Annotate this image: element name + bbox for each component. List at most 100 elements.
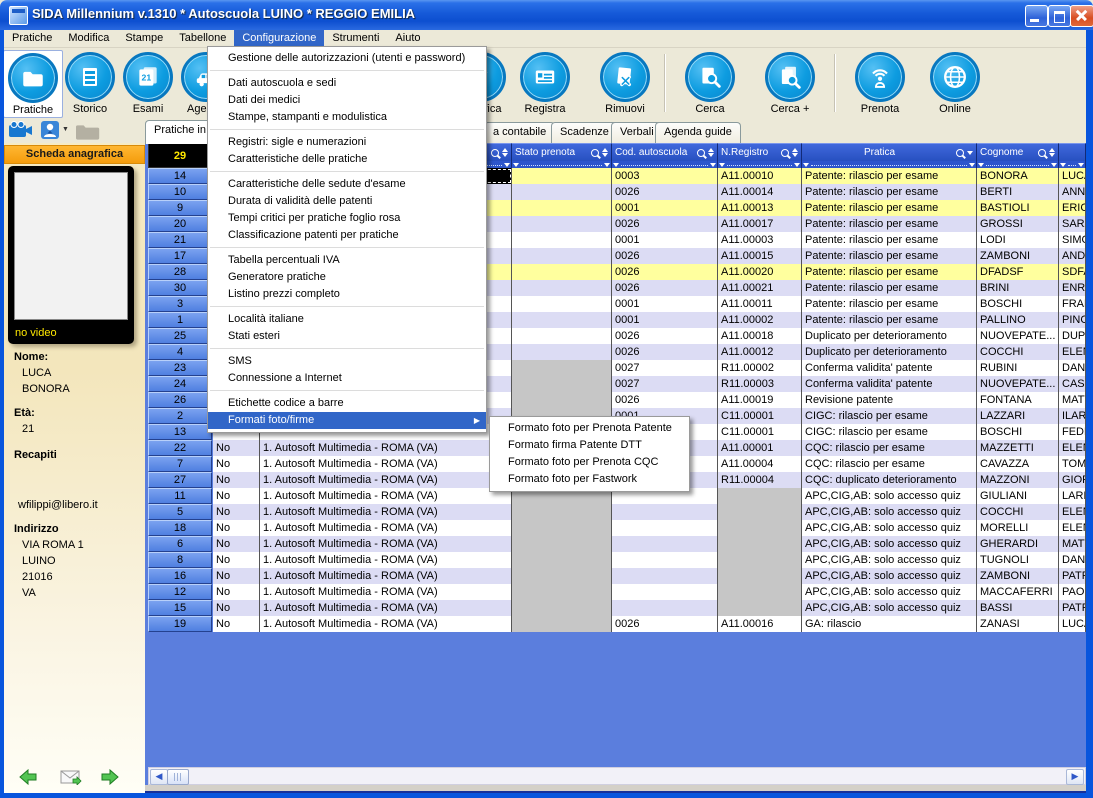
cell-n_registro[interactable]	[718, 488, 802, 504]
cell-stampato[interactable]: No	[213, 536, 260, 552]
cell-cod_autoscuola[interactable]: 0026	[612, 392, 718, 408]
cell-stampato[interactable]: No	[213, 456, 260, 472]
cell-cod_autoscuola[interactable]: 0026	[612, 328, 718, 344]
cell-n_registro[interactable]: R11.00003	[718, 376, 802, 392]
menu-item-etichette-codice-a-barre[interactable]: Etichette codice a barre	[208, 395, 486, 412]
filter-dropdown-icon[interactable]	[1060, 163, 1066, 167]
filter-dropdown-icon[interactable]	[1051, 163, 1057, 167]
row-number-cell[interactable]: 23	[148, 360, 212, 376]
menu-item-tabella-percentuali-iva[interactable]: Tabella percentuali IVA	[208, 252, 486, 269]
cell-cognome[interactable]: COCCHI	[977, 504, 1059, 520]
cell-nome[interactable]: DANIEL	[1059, 360, 1086, 376]
submenu-item-formato-firma-patente-dtt[interactable]: Formato firma Patente DTT	[490, 437, 689, 454]
cell-stato_prenota[interactable]	[512, 536, 612, 552]
cell-nome[interactable]: ILARIO	[1059, 408, 1086, 424]
cell-cod_autoscuola[interactable]: 0003	[612, 168, 718, 184]
column-header-cognome[interactable]: Cognome	[977, 143, 1059, 161]
filter-row-pratica[interactable]	[802, 161, 977, 168]
cell-stampato[interactable]: No	[213, 552, 260, 568]
submenu-item-formato-foto-per-fastwork[interactable]: Formato foto per Fastwork	[490, 471, 689, 488]
cell-pratica[interactable]: CIGC: rilascio per esame	[802, 424, 977, 440]
cell-n_registro[interactable]: A11.00018	[718, 328, 802, 344]
column-header-pratica[interactable]: Pratica	[802, 143, 977, 161]
filter-row-cod_autoscuola[interactable]	[612, 161, 718, 168]
cell-sede[interactable]: 1. Autosoft Multimedia - ROMA (VA)	[260, 584, 512, 600]
filter-dropdown-icon[interactable]	[504, 163, 510, 167]
menu-item-localit-italiane[interactable]: Località italiane	[208, 311, 486, 328]
row-number-cell[interactable]: 25	[148, 328, 212, 344]
menu-item-formati-foto-firme[interactable]: Formati foto/firme▶	[208, 412, 486, 429]
cell-pratica[interactable]: Patente: rilascio per esame	[802, 168, 977, 184]
cell-sede[interactable]: 1. Autosoft Multimedia - ROMA (VA)	[260, 536, 512, 552]
cell-n_registro[interactable]: A11.00016	[718, 616, 802, 632]
cell-n_registro[interactable]	[718, 600, 802, 616]
cell-cod_autoscuola[interactable]: 0026	[612, 616, 718, 632]
cell-cognome[interactable]: BRINI	[977, 280, 1059, 296]
row-number-cell[interactable]: 24	[148, 376, 212, 392]
cell-pratica[interactable]: GA: rilascio	[802, 616, 977, 632]
cell-cod_autoscuola[interactable]: 0026	[612, 264, 718, 280]
cell-stato_prenota[interactable]	[512, 200, 612, 216]
maximize-button[interactable]	[1048, 5, 1071, 27]
horizontal-scrollbar[interactable]: ◀ ▶	[148, 767, 1086, 785]
row-number-cell[interactable]: 12	[148, 584, 212, 600]
cell-cognome[interactable]: BASSI	[977, 600, 1059, 616]
cell-stato_prenota[interactable]	[512, 232, 612, 248]
cell-stato_prenota[interactable]	[512, 280, 612, 296]
cell-cod_autoscuola[interactable]: 0001	[612, 232, 718, 248]
toolbar-button-storico[interactable]: Storico	[61, 50, 119, 116]
menubar-item-aiuto[interactable]: Aiuto	[387, 30, 428, 47]
tab-agenda-guide[interactable]: Agenda guide	[655, 122, 741, 143]
filter-row-n_registro[interactable]	[718, 161, 802, 168]
cell-sede[interactable]: 1. Autosoft Multimedia - ROMA (VA)	[260, 504, 512, 520]
filter-row-cognome[interactable]	[977, 161, 1059, 168]
filter-row-nome[interactable]	[1059, 161, 1086, 168]
cell-cod_autoscuola[interactable]	[612, 536, 718, 552]
cell-cod_autoscuola[interactable]: 0027	[612, 376, 718, 392]
cell-stampato[interactable]: No	[213, 584, 260, 600]
cell-cognome[interactable]: FONTANA	[977, 392, 1059, 408]
cell-nome[interactable]: ENRICO	[1059, 280, 1086, 296]
next-record-icon[interactable]	[100, 769, 120, 785]
cell-pratica[interactable]: APC,CIG,AB: solo accesso quiz	[802, 504, 977, 520]
cell-n_registro[interactable]: A11.00017	[718, 216, 802, 232]
toolbar-button-online[interactable]: Online	[926, 50, 984, 116]
cell-pratica[interactable]: Patente: rilascio per esame	[802, 184, 977, 200]
cell-nome[interactable]: PATRIZ	[1059, 568, 1086, 584]
cell-nome[interactable]: DANIEL	[1059, 552, 1086, 568]
cell-stato_prenota[interactable]	[512, 600, 612, 616]
cell-nome[interactable]: TOMMA	[1059, 456, 1086, 472]
cell-cognome[interactable]: ZAMBONI	[977, 568, 1059, 584]
cell-n_registro[interactable]: A11.00011	[718, 296, 802, 312]
cell-cod_autoscuola[interactable]	[612, 504, 718, 520]
cell-n_registro[interactable]: A11.00012	[718, 344, 802, 360]
row-number-cell[interactable]: 28	[148, 264, 212, 280]
cell-nome[interactable]: PAOLA	[1059, 584, 1086, 600]
search-icon[interactable]	[491, 149, 499, 157]
cell-sede[interactable]: 1. Autosoft Multimedia - ROMA (VA)	[260, 616, 512, 632]
cell-stampato[interactable]: No	[213, 440, 260, 456]
cell-cognome[interactable]: COCCHI	[977, 344, 1059, 360]
row-number-cell[interactable]: 20	[148, 216, 212, 232]
cell-sede[interactable]: 1. Autosoft Multimedia - ROMA (VA)	[260, 488, 512, 504]
cell-sede[interactable]: 1. Autosoft Multimedia - ROMA (VA)	[260, 600, 512, 616]
cell-pratica[interactable]: Patente: rilascio per esame	[802, 312, 977, 328]
cell-sede[interactable]: 1. Autosoft Multimedia - ROMA (VA)	[260, 552, 512, 568]
cell-pratica[interactable]: CQC: rilascio per esame	[802, 456, 977, 472]
cell-cognome[interactable]: MACCAFERRI	[977, 584, 1059, 600]
search-icon[interactable]	[781, 149, 789, 157]
sort-icon[interactable]	[502, 148, 508, 157]
cell-pratica[interactable]: Patente: rilascio per esame	[802, 232, 977, 248]
menu-item-dati-dei-medici[interactable]: Dati dei medici	[208, 92, 486, 109]
cell-sede[interactable]: 1. Autosoft Multimedia - ROMA (VA)	[260, 440, 512, 456]
cell-cognome[interactable]: MORELLI	[977, 520, 1059, 536]
filter-dropdown-icon[interactable]	[803, 163, 809, 167]
cell-cod_autoscuola[interactable]	[612, 520, 718, 536]
row-number-cell[interactable]: 22	[148, 440, 212, 456]
sort-icon[interactable]	[708, 148, 714, 157]
cell-stato_prenota[interactable]	[512, 616, 612, 632]
toolbar-button-pratiche[interactable]: Pratiche	[3, 50, 63, 118]
filter-dropdown-icon[interactable]	[794, 163, 800, 167]
cell-pratica[interactable]: APC,CIG,AB: solo accesso quiz	[802, 600, 977, 616]
tab-scadenze[interactable]: Scadenze	[551, 122, 618, 143]
